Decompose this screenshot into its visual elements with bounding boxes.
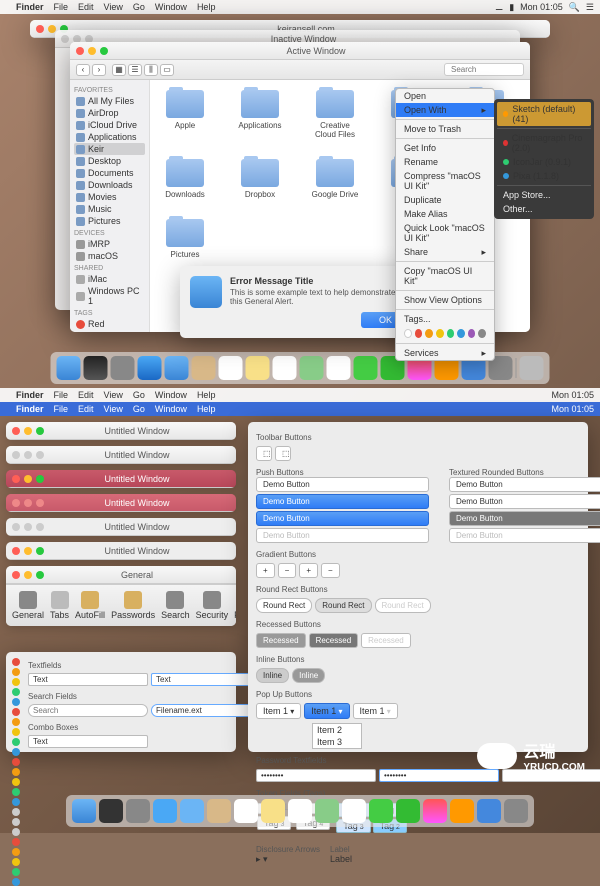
search-field[interactable] xyxy=(28,704,148,717)
folder[interactable]: Downloads xyxy=(160,159,210,199)
menubar-2: Finder File Edit View Go Window Help Mon… xyxy=(0,388,600,402)
dock-2[interactable] xyxy=(66,795,534,827)
demo-button[interactable]: Demo Button xyxy=(256,477,429,492)
wifi-icon[interactable]: ⚊ xyxy=(495,2,503,13)
menu-open-with[interactable]: Open With▸ xyxy=(396,103,494,117)
sidebar-item[interactable]: Movies xyxy=(74,191,145,203)
menu-file[interactable]: File xyxy=(54,2,69,12)
dock-contacts[interactable] xyxy=(192,356,216,380)
sidebar-item[interactable]: Desktop xyxy=(74,155,145,167)
dock-reminders[interactable] xyxy=(273,356,297,380)
alert-dialog: Error Message Title This is some example… xyxy=(180,266,420,338)
sidebar-item[interactable]: macOS xyxy=(74,250,145,262)
dock-trash[interactable] xyxy=(520,356,544,380)
sidebar-item[interactable]: Downloads xyxy=(74,179,145,191)
menu-edit[interactable]: Edit xyxy=(78,2,94,12)
menu-window[interactable]: Window xyxy=(155,2,187,12)
folder[interactable]: Dropbox xyxy=(235,159,285,199)
dock-siri[interactable] xyxy=(84,356,108,380)
finder-sidebar: Favorites All My Files AirDrop iCloud Dr… xyxy=(70,80,150,332)
password-field[interactable] xyxy=(256,769,376,782)
dock-safari[interactable] xyxy=(138,356,162,380)
prefs-autofill[interactable]: AutoFill xyxy=(75,591,105,620)
back-button[interactable]: ‹ xyxy=(76,64,90,76)
window-title: Active Window xyxy=(108,46,524,56)
menu-open[interactable]: Open xyxy=(396,89,494,103)
cloud-icon xyxy=(477,743,517,769)
folder[interactable]: Google Drive xyxy=(310,159,360,199)
alert-text: This is some example text to help demons… xyxy=(230,288,410,306)
dock-finder[interactable] xyxy=(57,356,81,380)
search-input[interactable] xyxy=(444,63,524,76)
sidebar-item[interactable]: iCloud Drive xyxy=(74,119,145,131)
menu-view[interactable]: View xyxy=(104,2,123,12)
folder[interactable]: Pictures xyxy=(160,219,210,259)
folder[interactable]: Apple xyxy=(160,90,210,139)
sidebar-item-selected[interactable]: Keir xyxy=(74,143,145,155)
folder[interactable]: Applications xyxy=(235,90,285,139)
menu-help[interactable]: Help xyxy=(197,2,216,12)
popup-open[interactable]: Item 1 ▾ xyxy=(304,703,349,719)
bottom-left-panel: Textfields Search Fields Combo Boxes xyxy=(6,652,236,752)
sidebar-item[interactable]: Documents xyxy=(74,167,145,179)
view-gallery-btn[interactable]: ▭ xyxy=(160,64,174,76)
sidebar-item[interactable]: AirDrop xyxy=(74,107,145,119)
app-name[interactable]: Finder xyxy=(16,2,44,12)
battery-icon[interactable]: ▮ xyxy=(509,2,514,13)
prefs-privacy[interactable]: Privacy xyxy=(234,591,236,620)
combo-box[interactable] xyxy=(28,735,148,748)
view-icon-btn[interactable]: ▦ xyxy=(112,64,126,76)
dock-messages[interactable] xyxy=(354,356,378,380)
menubar-right: ⚊ ▮ Mon 01:05 🔍 ☰ xyxy=(495,2,594,13)
menu-go[interactable]: Go xyxy=(133,2,145,12)
context-menu[interactable]: Open Open With▸ Move to Trash Get Info R… xyxy=(395,88,495,361)
popup[interactable]: Item 1 ▾ xyxy=(256,703,301,719)
dock-mail[interactable] xyxy=(165,356,189,380)
sidebar-item[interactable]: iMac xyxy=(74,273,145,285)
menubar: Finder File Edit View Go Window Help ⚊ ▮… xyxy=(0,0,600,14)
finder-toolbar: ‹› ▦☰⫼▭ xyxy=(70,60,530,80)
dock-calendar[interactable] xyxy=(219,356,243,380)
menubar-dark: Finder File Edit View Go Window Help Mon… xyxy=(0,402,600,416)
open-with-submenu[interactable]: Sketch (default) (41) Cinemagraph Pro (2… xyxy=(494,99,594,219)
clock[interactable]: Mon 01:05 xyxy=(520,2,563,12)
menu-trash[interactable]: Move to Trash xyxy=(396,122,494,136)
sidebar-tag[interactable]: Orange xyxy=(74,330,145,332)
alert-title: Error Message Title xyxy=(230,276,410,286)
finder-icon xyxy=(190,276,222,308)
textfield[interactable] xyxy=(28,673,148,686)
demo-button-blue[interactable]: Demo Button xyxy=(256,494,429,509)
tag-colors[interactable] xyxy=(396,326,494,341)
sidebar-item[interactable]: iMRP xyxy=(74,238,145,250)
window-stack: Untitled Window Untitled Window Untitled… xyxy=(6,422,236,632)
forward-button[interactable]: › xyxy=(92,64,106,76)
dock-photos[interactable] xyxy=(327,356,351,380)
menu-icon[interactable]: ☰ xyxy=(586,2,594,13)
sidebar-item[interactable]: Pictures xyxy=(74,215,145,227)
view-list-btn[interactable]: ☰ xyxy=(128,64,142,76)
traffic-lights[interactable] xyxy=(76,47,108,55)
sidebar-item[interactable]: Music xyxy=(74,203,145,215)
view-col-btn[interactable]: ⫼ xyxy=(144,64,158,76)
prefs-search[interactable]: Search xyxy=(161,591,190,620)
sidebar-item[interactable]: Windows PC 1 xyxy=(74,285,145,307)
sidebar-item[interactable]: Applications xyxy=(74,131,145,143)
controls-panel: Toolbar Buttons ⬚⬚ Push Buttons Demo But… xyxy=(248,422,588,752)
dock-launchpad[interactable] xyxy=(111,356,135,380)
search-icon[interactable]: 🔍 xyxy=(569,2,580,13)
sidebar-tag[interactable]: Red xyxy=(74,318,145,330)
prefs-general[interactable]: General xyxy=(12,591,44,620)
dock-maps[interactable] xyxy=(300,356,324,380)
dock-notes[interactable] xyxy=(246,356,270,380)
demo-button-blue[interactable]: Demo Button xyxy=(256,511,429,526)
color-swatches[interactable] xyxy=(12,658,20,746)
prefs-security[interactable]: Security xyxy=(196,591,229,620)
prefs-passwords[interactable]: Passwords xyxy=(111,591,155,620)
prefs-toolbar: General Tabs AutoFill Passwords Search S… xyxy=(6,584,236,626)
footer-logo: 云瑞 YRUCD.COM xyxy=(477,738,585,773)
sidebar-item[interactable]: All My Files xyxy=(74,95,145,107)
prefs-tabs[interactable]: Tabs xyxy=(50,591,69,620)
folder[interactable]: Creative Cloud Files xyxy=(310,90,360,139)
